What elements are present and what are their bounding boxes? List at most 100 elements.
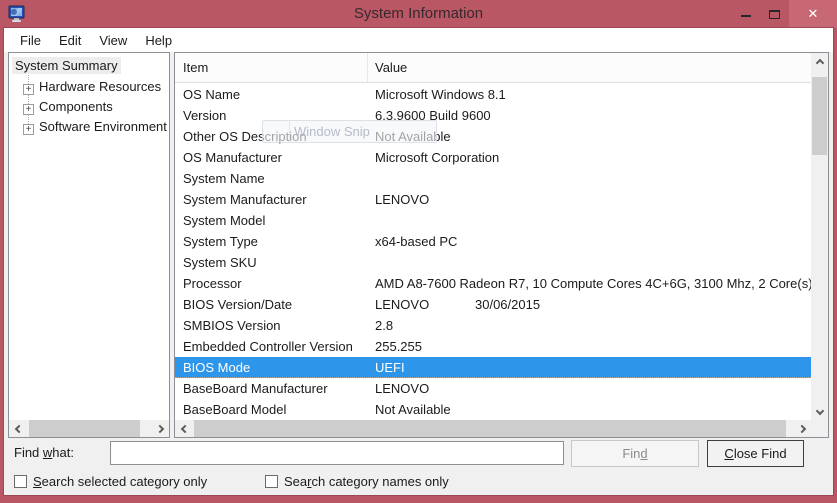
expand-plus-icon[interactable]: + bbox=[23, 124, 34, 135]
row-item: System Manufacturer bbox=[183, 189, 307, 210]
scroll-left-button[interactable] bbox=[175, 420, 192, 437]
row-item: BIOS Version/Date bbox=[183, 294, 292, 315]
row-item: Version bbox=[183, 105, 226, 126]
menu-view[interactable]: View bbox=[90, 29, 136, 52]
tree-item-label: System Summary bbox=[12, 57, 121, 74]
scrollbar-thumb[interactable] bbox=[194, 420, 786, 437]
table-row[interactable]: System Name bbox=[175, 168, 811, 189]
search-selected-category-checkbox[interactable]: Search selected category only bbox=[14, 474, 207, 490]
snip-ghost-label: Window Snip bbox=[290, 124, 370, 139]
scroll-up-button[interactable] bbox=[811, 53, 828, 70]
row-item: BaseBoard Model bbox=[183, 399, 286, 420]
checkbox-icon[interactable] bbox=[14, 475, 27, 488]
table-row[interactable]: System Typex64-based PC bbox=[175, 231, 811, 252]
tree-item-system-summary[interactable]: System Summary bbox=[12, 56, 121, 76]
table-row[interactable]: System SKU bbox=[175, 252, 811, 273]
tree-horizontal-scrollbar[interactable] bbox=[9, 420, 169, 437]
expand-plus-icon[interactable]: + bbox=[23, 84, 34, 95]
tree-item-label: Hardware Resources bbox=[39, 79, 161, 94]
table-row[interactable]: OS Name Microsoft Windows 8.1 bbox=[175, 84, 811, 105]
find-what-label: Find what: bbox=[14, 441, 74, 465]
details-table-panel: Item Value OS NameMicrosoft Windows 8.1V… bbox=[174, 52, 829, 438]
row-item: BIOS Mode bbox=[183, 357, 250, 378]
snip-ghost-segment bbox=[263, 121, 290, 142]
chevron-down-icon bbox=[815, 406, 823, 414]
scrollbar-thumb[interactable] bbox=[812, 77, 827, 155]
chevron-up-icon bbox=[815, 58, 823, 66]
menu-help[interactable]: Help bbox=[136, 29, 181, 52]
table-row[interactable]: Processor AMD A8-7600 Radeon R7, 10 Compu… bbox=[175, 273, 811, 294]
row-value: LENOVO bbox=[375, 378, 429, 399]
expand-plus-icon[interactable]: + bbox=[23, 104, 34, 115]
row-item: Embedded Controller Version bbox=[183, 336, 353, 357]
scrollbar-track[interactable] bbox=[192, 420, 794, 437]
row-item: System Name bbox=[183, 168, 265, 189]
window-snip-ghost-overlay: Window Snip bbox=[262, 120, 437, 143]
maximize-icon bbox=[769, 10, 780, 19]
find-input[interactable] bbox=[110, 441, 564, 465]
search-category-names-checkbox[interactable]: Search category names only bbox=[265, 474, 449, 490]
scroll-down-button[interactable] bbox=[811, 403, 828, 420]
row-item: System Type bbox=[183, 231, 258, 252]
close-find-button[interactable]: Close Find bbox=[707, 440, 804, 467]
tree-item-label: Software Environment bbox=[39, 119, 167, 134]
row-item: OS Name bbox=[183, 84, 240, 105]
checkbox-icon[interactable] bbox=[265, 475, 278, 488]
find-button[interactable]: Find bbox=[571, 440, 699, 467]
table-row[interactable]: System Manufacturer LENOVO bbox=[175, 189, 811, 210]
row-item: Processor bbox=[183, 273, 242, 294]
window-title: System Information bbox=[0, 0, 837, 27]
minimize-button[interactable] bbox=[731, 0, 760, 28]
app-window: System Information ✕ File Edit View Help… bbox=[0, 0, 837, 503]
table-vertical-scrollbar[interactable] bbox=[811, 53, 828, 420]
column-header-value[interactable]: Value bbox=[368, 53, 811, 82]
tree-item-components[interactable]: + Components bbox=[23, 97, 113, 117]
tree-item-software-environment[interactable]: + Software Environment bbox=[23, 117, 167, 137]
row-item: System Model bbox=[183, 210, 265, 231]
table-horizontal-scrollbar[interactable] bbox=[175, 420, 811, 437]
scrollbar-track[interactable] bbox=[811, 70, 828, 403]
close-icon: ✕ bbox=[808, 6, 819, 22]
chevron-left-icon bbox=[14, 424, 22, 432]
row-value: AMD A8-7600 Radeon R7, 10 Compute Cores … bbox=[375, 273, 811, 294]
row-value: LENOVO bbox=[375, 294, 429, 315]
row-value2: 30/06/2015 bbox=[475, 294, 540, 315]
table-row[interactable]: OS Manufacturer Microsoft Corporation bbox=[175, 147, 811, 168]
table-row[interactable]: Embedded Controller Version 255.255 bbox=[175, 336, 811, 357]
row-value: Not Available bbox=[375, 399, 451, 420]
menu-bar: File Edit View Help bbox=[4, 28, 833, 52]
row-value: Microsoft Corporation bbox=[375, 147, 499, 168]
scrollbar-track[interactable] bbox=[26, 420, 152, 437]
titlebar: System Information ✕ bbox=[0, 0, 837, 28]
scroll-left-button[interactable] bbox=[9, 420, 26, 437]
table-row[interactable]: BIOS Version/Date LENOVO 30/06/2015 bbox=[175, 294, 811, 315]
row-item: BaseBoard Manufacturer bbox=[183, 378, 328, 399]
scrollbar-thumb[interactable] bbox=[29, 420, 140, 437]
row-item: System SKU bbox=[183, 252, 257, 273]
table-row[interactable]: SMBIOS Version2.8 bbox=[175, 315, 811, 336]
row-value: UEFI bbox=[375, 357, 405, 378]
menu-edit[interactable]: Edit bbox=[50, 29, 90, 52]
close-button[interactable]: ✕ bbox=[789, 0, 837, 28]
table-row[interactable]: System Model bbox=[175, 210, 811, 231]
table-row[interactable]: BaseBoard Manufacturer LENOVO bbox=[175, 378, 811, 399]
scroll-right-button[interactable] bbox=[794, 420, 811, 437]
table-row[interactable]: BIOS Mode UEFI bbox=[175, 357, 811, 378]
maximize-button[interactable] bbox=[760, 0, 789, 28]
tree-item-label: Components bbox=[39, 99, 113, 114]
row-value: LENOVO bbox=[375, 189, 429, 210]
table-header: Item Value bbox=[175, 53, 811, 83]
chevron-left-icon bbox=[180, 424, 188, 432]
row-value: Microsoft Windows 8.1 bbox=[375, 84, 506, 105]
scroll-right-button[interactable] bbox=[152, 420, 169, 437]
caption-buttons: ✕ bbox=[731, 0, 837, 28]
table-row[interactable]: BaseBoard Model Not Available bbox=[175, 399, 811, 420]
chevron-right-icon bbox=[155, 424, 163, 432]
column-header-item[interactable]: Item bbox=[175, 53, 368, 82]
row-value: 255.255 bbox=[375, 336, 422, 357]
row-item: OS Manufacturer bbox=[183, 147, 282, 168]
menu-file[interactable]: File bbox=[11, 29, 50, 52]
tree-item-hardware-resources[interactable]: + Hardware Resources bbox=[23, 77, 161, 97]
row-item: SMBIOS Version bbox=[183, 315, 281, 336]
chevron-right-icon bbox=[797, 424, 805, 432]
